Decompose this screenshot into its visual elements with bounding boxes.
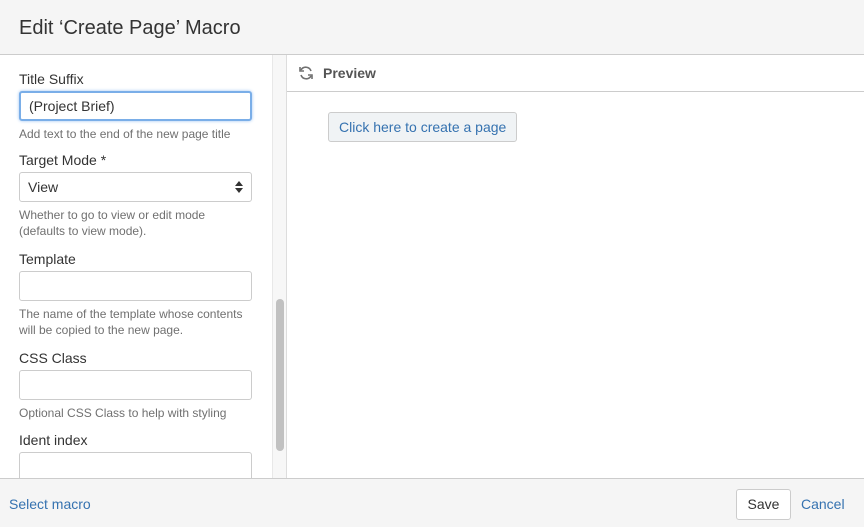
title-suffix-field: Title Suffix Add text to the end of the … bbox=[19, 71, 252, 142]
css-class-field: CSS Class Optional CSS Class to help wit… bbox=[19, 350, 252, 421]
ident-index-input[interactable] bbox=[19, 452, 252, 478]
scrollbar[interactable] bbox=[272, 55, 287, 478]
title-suffix-label: Title Suffix bbox=[19, 71, 84, 87]
ident-index-label: Ident index bbox=[19, 432, 88, 448]
template-field: Template The name of the template whose … bbox=[19, 251, 252, 338]
preview-panel: Preview Click here to create a page bbox=[287, 55, 864, 478]
target-mode-field: Target Mode * View Whether to go to view… bbox=[19, 152, 252, 239]
target-mode-help: Whether to go to view or edit mode (defa… bbox=[19, 208, 206, 238]
template-label: Template bbox=[19, 251, 76, 267]
title-suffix-help: Add text to the end of the new page titl… bbox=[19, 127, 231, 141]
css-class-input[interactable] bbox=[19, 370, 252, 400]
save-button[interactable]: Save bbox=[736, 489, 791, 520]
preview-header: Preview bbox=[287, 55, 864, 92]
target-mode-label: Target Mode * bbox=[19, 152, 107, 168]
dialog-title: Edit ‘Create Page’ Macro bbox=[19, 17, 241, 39]
macro-parameters-panel: Title Suffix Add text to the end of the … bbox=[0, 55, 272, 478]
preview-title: Preview bbox=[323, 65, 376, 81]
scrollbar-thumb[interactable] bbox=[276, 299, 284, 451]
cancel-link[interactable]: Cancel bbox=[801, 496, 845, 512]
template-input[interactable] bbox=[19, 271, 252, 301]
css-class-label: CSS Class bbox=[19, 350, 87, 366]
title-suffix-input[interactable] bbox=[19, 91, 252, 121]
ident-index-field: Ident index bbox=[19, 432, 252, 478]
refresh-icon[interactable] bbox=[298, 65, 314, 81]
css-class-help: Optional CSS Class to help with styling bbox=[19, 406, 227, 420]
create-page-button[interactable]: Click here to create a page bbox=[328, 112, 518, 142]
target-mode-select[interactable]: View bbox=[19, 172, 252, 202]
select-macro-link[interactable]: Select macro bbox=[9, 496, 91, 512]
select-arrows-icon bbox=[235, 181, 243, 193]
dialog-header: Edit ‘Create Page’ Macro bbox=[0, 0, 864, 55]
target-mode-value: View bbox=[28, 179, 59, 195]
dialog-footer: Select macro Save Cancel bbox=[0, 478, 864, 527]
template-help: The name of the template whose contents … bbox=[19, 307, 243, 337]
